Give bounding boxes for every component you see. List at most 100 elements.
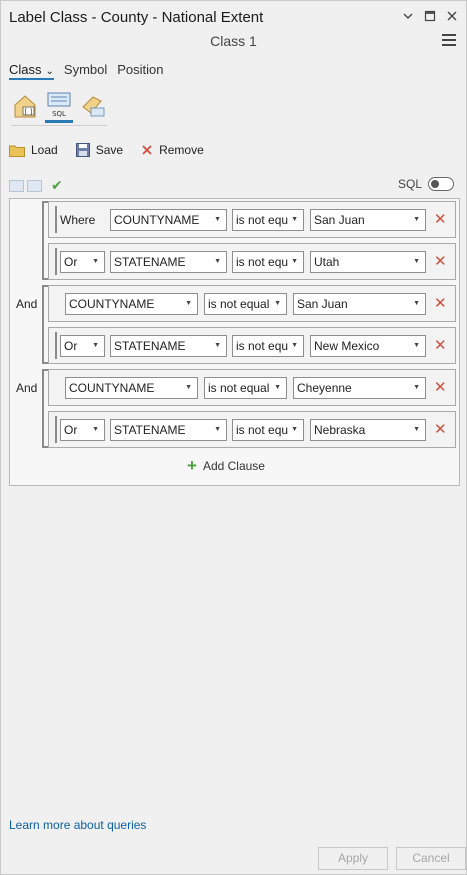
- operator-dropdown[interactable]: is not equal ▼: [204, 377, 287, 399]
- tab-class[interactable]: Class ⌄: [9, 62, 54, 80]
- folder-icon: [9, 145, 25, 157]
- connector-value: Or: [64, 255, 78, 269]
- save-label: Save: [95, 143, 124, 157]
- cancel-button[interactable]: Cancel: [396, 847, 466, 870]
- sql-icon-caption: SQL: [52, 110, 66, 118]
- value-text: San Juan: [314, 213, 365, 227]
- value-text: New Mexico: [314, 339, 380, 353]
- clause-row: COUNTYNAME ▼ is not equal ▼ San Juan ▼ ✕: [48, 285, 456, 322]
- chevron-down-icon[interactable]: [402, 9, 414, 23]
- learn-more-link[interactable]: Learn more about queries: [9, 818, 146, 832]
- chevron-down-icon: ⌄: [45, 66, 54, 77]
- remove-clause-icon[interactable]: ✕: [434, 378, 447, 396]
- value-text: Utah: [314, 255, 340, 269]
- connector-dropdown[interactable]: Or ▼: [60, 335, 105, 357]
- remove-label: Remove: [159, 143, 204, 157]
- add-group-small-icon[interactable]: [27, 179, 42, 192]
- value-dropdown[interactable]: San Juan ▼: [293, 293, 426, 315]
- query-tools: ✔: [9, 177, 63, 194]
- save-button[interactable]: Save: [75, 143, 124, 157]
- add-clause-label: Add Clause: [202, 459, 265, 473]
- close-icon[interactable]: [446, 9, 458, 23]
- query-builder: Where COUNTYNAME ▼ is not equ ▼ San Juan ▼ …: [9, 198, 460, 486]
- value-dropdown[interactable]: Cheyenne ▼: [293, 377, 426, 399]
- remove-clause-icon[interactable]: ✕: [434, 420, 447, 438]
- group-connector: And: [16, 381, 38, 395]
- remove-button[interactable]: Remove: [141, 143, 204, 157]
- field-value: COUNTYNAME: [69, 381, 155, 395]
- hamburger-menu-icon[interactable]: [442, 34, 456, 46]
- field-dropdown[interactable]: COUNTYNAME ▼: [65, 377, 198, 399]
- operator-dropdown[interactable]: is not equal ▼: [204, 293, 287, 315]
- sql-query-icon[interactable]: SQL: [45, 91, 73, 123]
- field-value: COUNTYNAME: [69, 297, 155, 311]
- connector-dropdown[interactable]: Or ▼: [60, 419, 105, 441]
- operator-value: is not equ: [236, 213, 289, 227]
- operator-dropdown[interactable]: is not equ ▼: [232, 335, 304, 357]
- connector-value: Or: [64, 339, 78, 353]
- clause-row: COUNTYNAME ▼ is not equal ▼ Cheyenne ▼ ✕: [48, 369, 456, 406]
- sql-toggle-switch[interactable]: [428, 177, 454, 191]
- operator-value: is not equ: [236, 339, 289, 353]
- tab-bar: Class ⌄ Symbol Position: [9, 62, 164, 80]
- clause-row: Or ▼ STATENAME ▼ is not equ ▼ Utah ▼ ✕: [48, 243, 456, 280]
- operator-value: is not equ: [236, 423, 289, 437]
- tab-symbol[interactable]: Symbol: [64, 62, 107, 80]
- remove-clause-icon[interactable]: ✕: [434, 294, 447, 312]
- operator-dropdown[interactable]: is not equ ▼: [232, 251, 304, 273]
- panel-subtitle: Class 1: [210, 33, 257, 49]
- field-dropdown[interactable]: COUNTYNAME ▼: [110, 209, 227, 231]
- class-mode-icons: [ ] SQL: [11, 91, 107, 123]
- window-controls: [402, 9, 458, 23]
- label-class-icon[interactable]: [ ]: [11, 91, 39, 123]
- value-text: Nebraska: [314, 423, 366, 437]
- field-value: STATENAME: [114, 255, 186, 269]
- field-dropdown[interactable]: STATENAME ▼: [110, 251, 227, 273]
- maximize-icon[interactable]: [424, 9, 436, 23]
- tab-position[interactable]: Position: [117, 62, 163, 80]
- action-toolbar: Load Save Remove: [9, 143, 204, 157]
- svg-text:[ ]: [ ]: [25, 108, 33, 116]
- operator-dropdown[interactable]: is not equ ▼: [232, 209, 304, 231]
- clause-row: Or ▼ STATENAME ▼ is not equ ▼ Nebraska ▼ ✕: [48, 411, 456, 448]
- label-filter-icon[interactable]: [79, 91, 107, 123]
- sql-toggle-label: SQL: [397, 177, 422, 191]
- panel-title: Label Class - County - National Extent: [9, 9, 264, 26]
- value-dropdown[interactable]: New Mexico ▼: [310, 335, 426, 357]
- value-dropdown[interactable]: Utah ▼: [310, 251, 426, 273]
- clause-row: Where COUNTYNAME ▼ is not equ ▼ San Juan ▼ …: [48, 201, 456, 238]
- connector-dropdown[interactable]: Or ▼: [60, 251, 105, 273]
- operator-value: is not equ: [236, 255, 289, 269]
- remove-clause-icon[interactable]: ✕: [434, 252, 447, 270]
- add-clause-button[interactable]: + Add Clause: [187, 456, 265, 475]
- value-text: Cheyenne: [297, 381, 352, 395]
- value-dropdown[interactable]: San Juan ▼: [310, 209, 426, 231]
- field-value: STATENAME: [114, 339, 186, 353]
- field-dropdown[interactable]: STATENAME ▼: [110, 335, 227, 357]
- value-dropdown[interactable]: Nebraska ▼: [310, 419, 426, 441]
- save-icon: [75, 143, 90, 157]
- apply-button[interactable]: Apply: [318, 847, 388, 870]
- operator-dropdown[interactable]: is not equ ▼: [232, 419, 304, 441]
- field-dropdown[interactable]: STATENAME ▼: [110, 419, 227, 441]
- field-dropdown[interactable]: COUNTYNAME ▼: [65, 293, 198, 315]
- clause-connector: Where: [60, 213, 96, 227]
- plus-icon: +: [187, 456, 197, 475]
- tab-class-label: Class: [9, 62, 42, 77]
- clause-row: Or ▼ STATENAME ▼ is not equ ▼ New Mexico ▼ ✕: [48, 327, 456, 364]
- value-text: San Juan: [297, 297, 348, 311]
- remove-clause-icon[interactable]: ✕: [434, 210, 447, 228]
- add-clause-small-icon[interactable]: [9, 179, 24, 192]
- load-button[interactable]: Load: [9, 143, 58, 157]
- operator-value: is not equal: [208, 381, 270, 395]
- remove-clause-icon[interactable]: ✕: [434, 336, 447, 354]
- connector-value: Or: [64, 423, 78, 437]
- load-label: Load: [31, 143, 58, 157]
- sql-toggle-group: SQL: [398, 177, 454, 191]
- field-value: COUNTYNAME: [114, 213, 200, 227]
- remove-x-icon: [142, 145, 152, 155]
- verify-check-icon[interactable]: ✔: [51, 177, 63, 194]
- operator-value: is not equal: [208, 297, 270, 311]
- group-connector: And: [16, 297, 38, 311]
- field-value: STATENAME: [114, 423, 186, 437]
